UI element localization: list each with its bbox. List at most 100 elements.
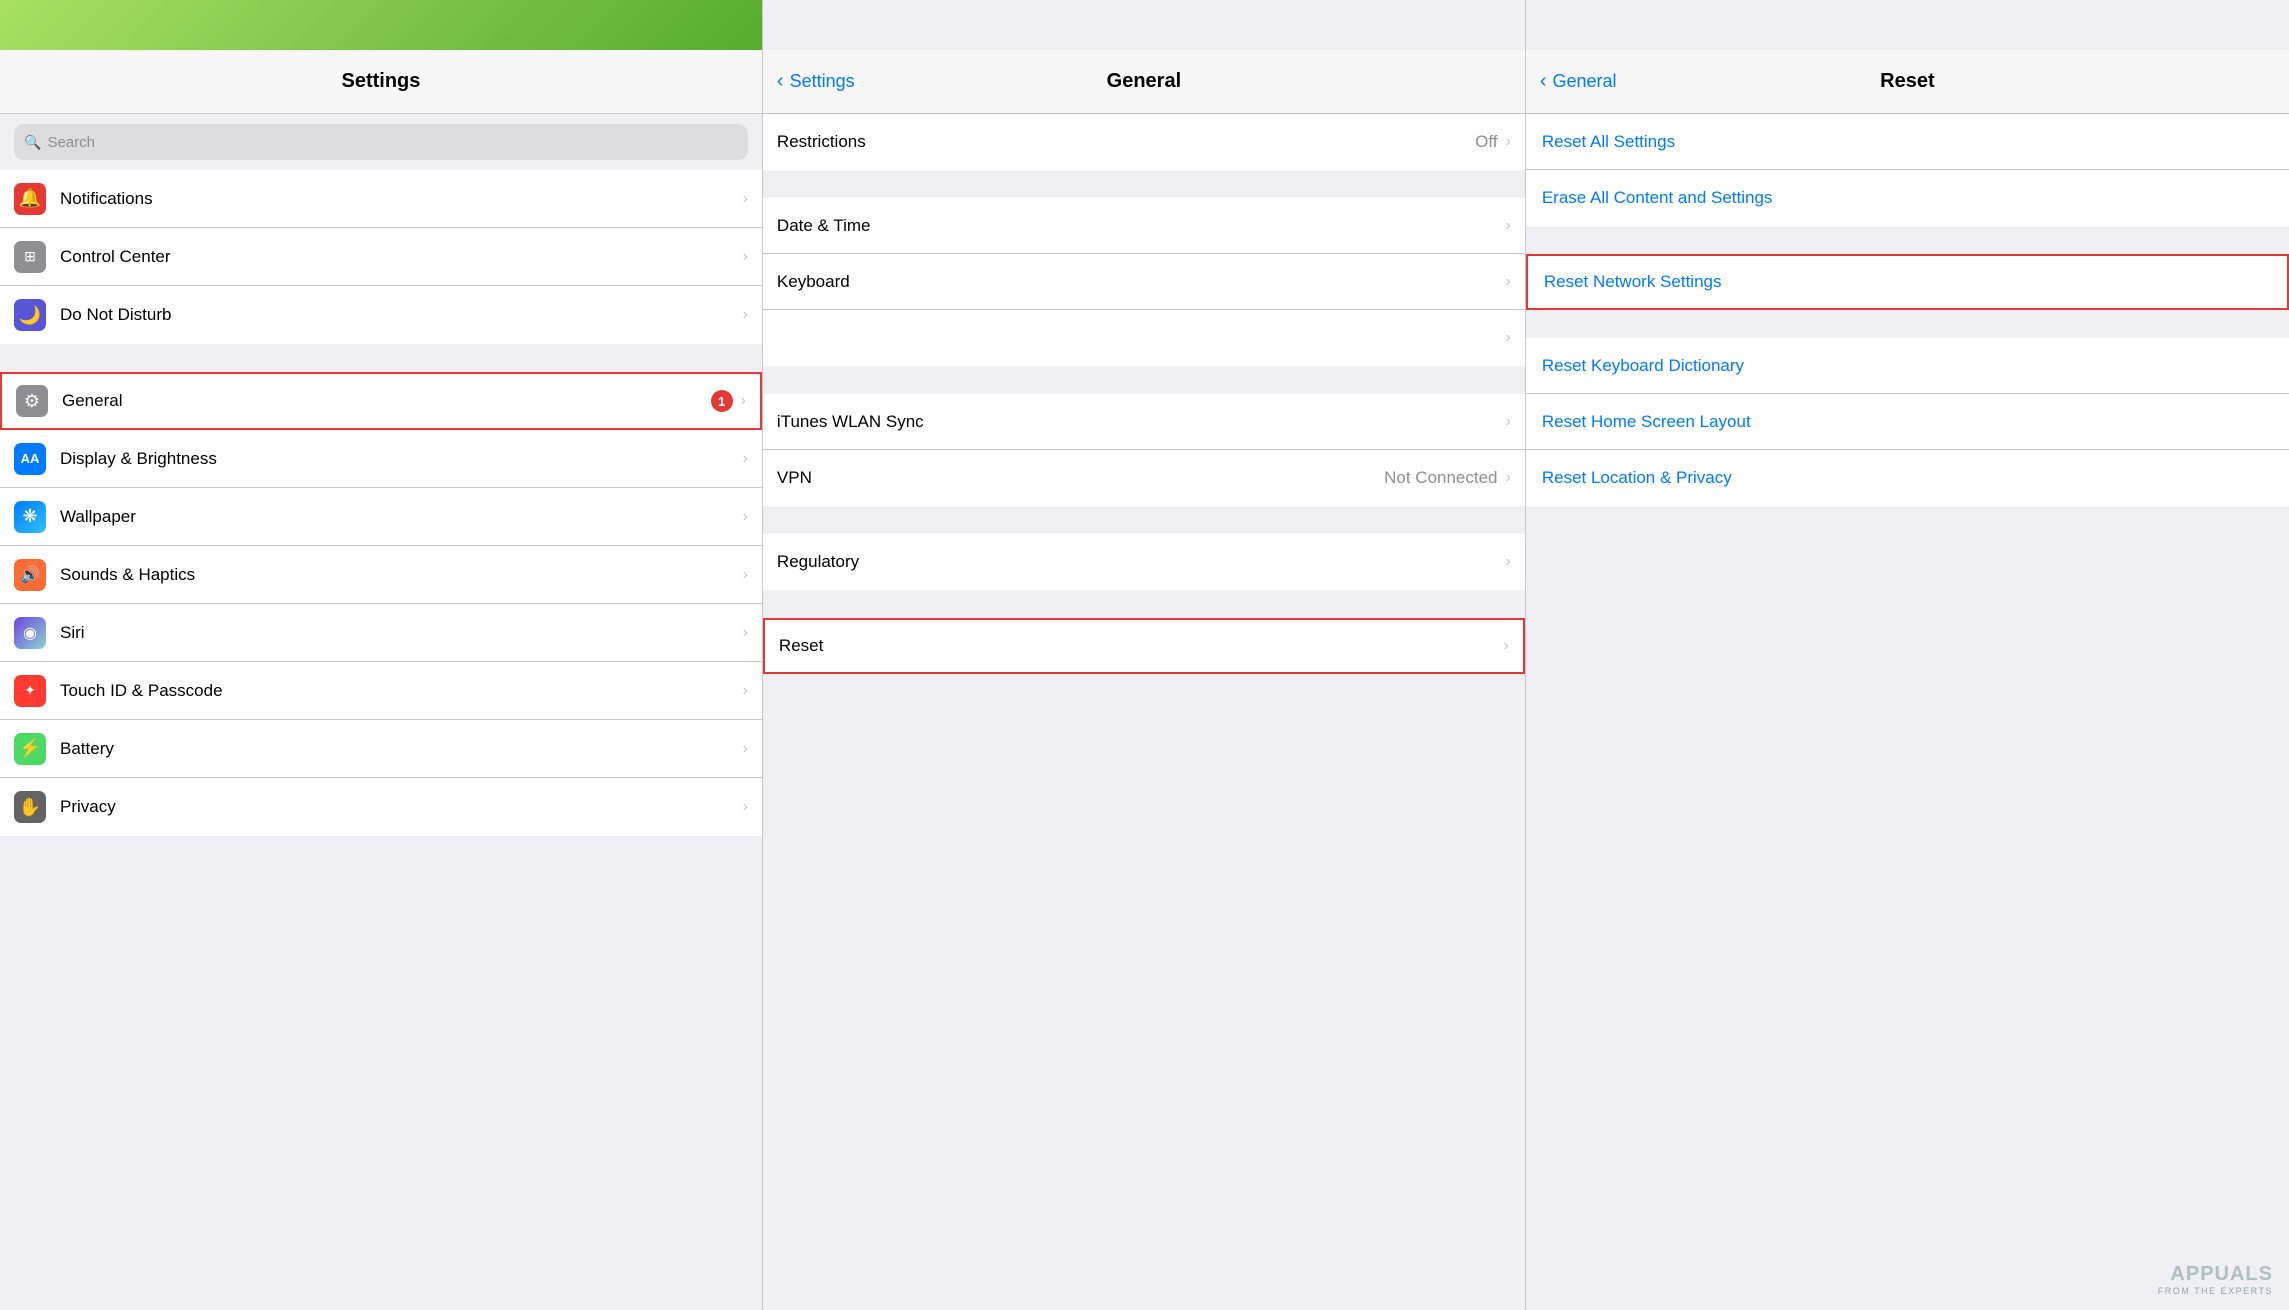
reset-g1-inner: Reset All Settings Erase All Content and… <box>1526 114 2289 226</box>
chevron-right-icon: › <box>743 248 748 266</box>
chevron-right-icon: › <box>743 624 748 642</box>
settings-title: Settings <box>342 70 421 93</box>
group2-inner: ⚙ General 1 › AA Display & Brightness › … <box>0 372 762 836</box>
keyboard-label: Keyboard <box>777 272 1506 292</box>
touch-id-label: Touch ID & Passcode <box>60 681 743 701</box>
privacy-icon: ✋ <box>14 791 46 823</box>
top-spacer <box>763 0 1525 50</box>
chevron-right-icon: › <box>1504 637 1509 655</box>
general-header: ‹ Settings General <box>763 50 1525 114</box>
wallpaper-label: Wallpaper <box>60 507 743 527</box>
general-list: Restrictions Off › Date & Time › Keyboar… <box>763 114 1525 1310</box>
settings-header: Settings <box>0 50 762 114</box>
battery-icon: ⚡ <box>14 733 46 765</box>
reset-all-settings-item[interactable]: Reset All Settings <box>1526 114 2289 170</box>
general-item-vpn[interactable]: VPN Not Connected › <box>763 450 1525 506</box>
touch-id-icon: ✦ <box>14 675 46 707</box>
sidebar-item-notifications[interactable]: 🔔 Notifications › <box>0 170 762 228</box>
back-chevron-icon: ‹ <box>1540 70 1547 93</box>
vpn-value: Not Connected <box>1384 468 1497 488</box>
sidebar-item-do-not-disturb[interactable]: 🌙 Do Not Disturb › <box>0 286 762 344</box>
general-item-blank[interactable]: › <box>763 310 1525 366</box>
reset-label: Reset <box>779 636 1504 656</box>
reset-title: Reset <box>1880 70 1934 93</box>
reset-all-settings-label: Reset All Settings <box>1542 132 2273 152</box>
general-item-itunes-wlan[interactable]: iTunes WLAN Sync › <box>763 394 1525 450</box>
general-g1-inner: Restrictions Off › <box>763 114 1525 170</box>
general-group-1: Restrictions Off › <box>763 114 1525 170</box>
watermark-sub: FROM THE EXPERTS <box>2158 1286 2273 1296</box>
chevron-right-icon: › <box>1506 133 1511 151</box>
settings-group-2: ⚙ General 1 › AA Display & Brightness › … <box>0 372 762 836</box>
siri-label: Siri <box>60 623 743 643</box>
reset-home-screen-layout-item[interactable]: Reset Home Screen Layout <box>1526 394 2289 450</box>
chevron-right-icon: › <box>743 508 748 526</box>
reset-location-privacy-item[interactable]: Reset Location & Privacy <box>1526 450 2289 506</box>
reset-home-screen-layout-label: Reset Home Screen Layout <box>1542 412 2273 432</box>
search-icon: 🔍 <box>24 134 41 151</box>
erase-all-content-item[interactable]: Erase All Content and Settings <box>1526 170 2289 226</box>
itunes-wlan-label: iTunes WLAN Sync <box>777 412 1506 432</box>
control-center-icon: ⊞ <box>14 241 46 273</box>
general-group-4: Regulatory › <box>763 534 1525 590</box>
general-item-reset[interactable]: Reset › <box>763 618 1525 674</box>
sounds-haptics-icon: 🔊 <box>14 559 46 591</box>
back-chevron-icon: ‹ <box>777 70 784 93</box>
general-back-button[interactable]: ‹ General <box>1540 70 1617 93</box>
sidebar-item-privacy[interactable]: ✋ Privacy › <box>0 778 762 836</box>
general-column: ‹ Settings General Restrictions Off › Da… <box>763 0 1526 1310</box>
notifications-icon: 🔔 <box>14 183 46 215</box>
top-spacer-right <box>1526 0 2289 50</box>
section-gap <box>1526 226 2289 254</box>
sidebar-item-control-center[interactable]: ⊞ Control Center › <box>0 228 762 286</box>
group1-inner: 🔔 Notifications › ⊞ Control Center › 🌙 <box>0 170 762 344</box>
display-brightness-icon: AA <box>14 443 46 475</box>
chevron-right-icon: › <box>743 450 748 468</box>
restrictions-value: Off <box>1475 132 1497 152</box>
reset-header: ‹ General Reset <box>1526 50 2289 114</box>
search-bar-wrapper: 🔍 Search <box>0 114 762 170</box>
top-gradient <box>0 0 762 50</box>
section-gap <box>0 344 762 372</box>
settings-list: 🔔 Notifications › ⊞ Control Center › 🌙 <box>0 170 762 1310</box>
sidebar-item-battery[interactable]: ⚡ Battery › <box>0 720 762 778</box>
general-item-keyboard[interactable]: Keyboard › <box>763 254 1525 310</box>
section-gap <box>1526 310 2289 338</box>
settings-column: Settings 🔍 Search 🔔 Notifications › ⊞ <box>0 0 763 1310</box>
regulatory-label: Regulatory <box>777 552 1506 572</box>
sounds-haptics-label: Sounds & Haptics <box>60 565 743 585</box>
general-label: General <box>62 391 711 411</box>
general-group-5: Reset › <box>763 618 1525 674</box>
reset-keyboard-dictionary-item[interactable]: Reset Keyboard Dictionary <box>1526 338 2289 394</box>
reset-network-settings-item[interactable]: Reset Network Settings <box>1526 254 2289 310</box>
settings-group-1: 🔔 Notifications › ⊞ Control Center › 🌙 <box>0 170 762 344</box>
sidebar-item-touch-id-passcode[interactable]: ✦ Touch ID & Passcode › <box>0 662 762 720</box>
general-item-regulatory[interactable]: Regulatory › <box>763 534 1525 590</box>
reset-network-settings-label: Reset Network Settings <box>1544 272 2271 292</box>
sidebar-item-siri[interactable]: ◉ Siri › <box>0 604 762 662</box>
settings-back-button[interactable]: ‹ Settings <box>777 70 855 93</box>
chevron-right-icon: › <box>743 682 748 700</box>
search-bar[interactable]: 🔍 Search <box>14 124 748 160</box>
reset-group-1: Reset All Settings Erase All Content and… <box>1526 114 2289 226</box>
sidebar-item-sounds-haptics[interactable]: 🔊 Sounds & Haptics › <box>0 546 762 604</box>
general-g5-inner: Reset › <box>763 618 1525 674</box>
display-brightness-label: Display & Brightness <box>60 449 743 469</box>
chevron-right-icon: › <box>1506 329 1511 347</box>
reset-g2-inner: Reset Network Settings <box>1526 254 2289 310</box>
sidebar-item-wallpaper[interactable]: ❋ Wallpaper › <box>0 488 762 546</box>
do-not-disturb-icon: 🌙 <box>14 299 46 331</box>
watermark: APPUALS FROM THE EXPERTS <box>2158 1263 2273 1296</box>
reset-g3-inner: Reset Keyboard Dictionary Reset Home Scr… <box>1526 338 2289 506</box>
reset-group-3: Reset Keyboard Dictionary Reset Home Scr… <box>1526 338 2289 506</box>
chevron-right-icon: › <box>1506 469 1511 487</box>
chevron-right-icon: › <box>1506 553 1511 571</box>
general-item-date-time[interactable]: Date & Time › <box>763 198 1525 254</box>
sidebar-item-display-brightness[interactable]: AA Display & Brightness › <box>0 430 762 488</box>
back-label: Settings <box>790 71 855 92</box>
reset-group-2: Reset Network Settings <box>1526 254 2289 310</box>
sidebar-item-general[interactable]: ⚙ General 1 › <box>0 372 762 430</box>
erase-all-content-label: Erase All Content and Settings <box>1542 188 2273 208</box>
general-g3-inner: iTunes WLAN Sync › VPN Not Connected › <box>763 394 1525 506</box>
general-item-restrictions[interactable]: Restrictions Off › <box>763 114 1525 170</box>
